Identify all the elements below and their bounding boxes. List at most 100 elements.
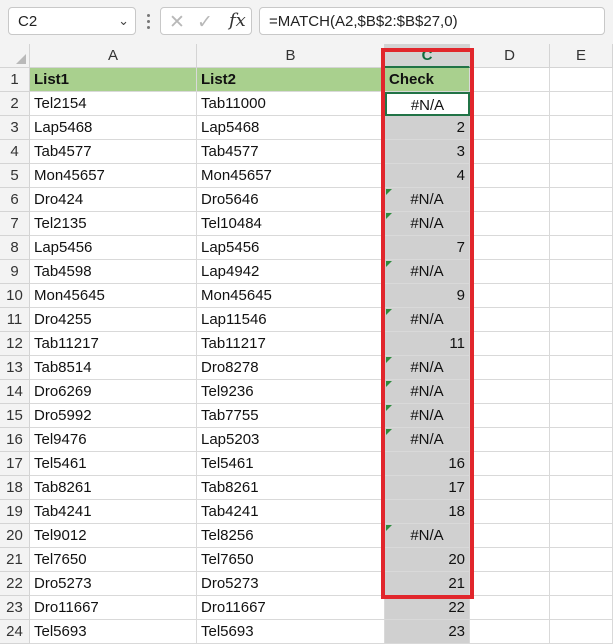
column-header-c[interactable]: C bbox=[385, 44, 470, 68]
check-result-cell[interactable]: #N/A bbox=[385, 524, 470, 548]
row-header[interactable]: 16 bbox=[0, 428, 30, 452]
row-header[interactable]: 12 bbox=[0, 332, 30, 356]
empty-cell[interactable] bbox=[470, 596, 550, 620]
chevron-down-icon[interactable]: ⌄ bbox=[118, 13, 129, 29]
list1-cell[interactable]: Mon45645 bbox=[30, 284, 197, 308]
empty-cell[interactable] bbox=[470, 188, 550, 212]
check-result-cell[interactable]: #N/A bbox=[385, 308, 470, 332]
empty-cell[interactable] bbox=[470, 284, 550, 308]
error-indicator-icon[interactable] bbox=[386, 309, 392, 315]
list1-cell[interactable]: Tel9476 bbox=[30, 428, 197, 452]
row-header[interactable]: 8 bbox=[0, 236, 30, 260]
enter-icon[interactable]: ✓ bbox=[197, 11, 213, 34]
row-header[interactable]: 24 bbox=[0, 620, 30, 644]
empty-cell[interactable] bbox=[470, 500, 550, 524]
empty-cell[interactable] bbox=[470, 332, 550, 356]
column-header-e[interactable]: E bbox=[550, 44, 613, 68]
check-result-cell[interactable]: 22 bbox=[385, 596, 470, 620]
error-indicator-icon[interactable] bbox=[386, 525, 392, 531]
check-result-cell[interactable]: #N/A bbox=[385, 260, 470, 284]
header-cell-list1[interactable]: List1 bbox=[30, 68, 197, 92]
row-header[interactable]: 11 bbox=[0, 308, 30, 332]
empty-cell[interactable] bbox=[550, 356, 613, 380]
empty-cell[interactable] bbox=[550, 596, 613, 620]
empty-cell[interactable] bbox=[470, 92, 550, 116]
empty-cell[interactable] bbox=[550, 428, 613, 452]
list2-cell[interactable]: Tel9236 bbox=[197, 380, 385, 404]
empty-cell[interactable] bbox=[550, 620, 613, 644]
empty-cell[interactable] bbox=[550, 524, 613, 548]
column-header-b[interactable]: B bbox=[197, 44, 385, 68]
empty-cell[interactable] bbox=[470, 308, 550, 332]
header-cell-list2[interactable]: List2 bbox=[197, 68, 385, 92]
check-result-cell[interactable]: 4 bbox=[385, 164, 470, 188]
list2-cell[interactable]: Lap11546 bbox=[197, 308, 385, 332]
empty-cell[interactable] bbox=[470, 260, 550, 284]
empty-cell[interactable] bbox=[550, 236, 613, 260]
list2-cell[interactable]: Tab4577 bbox=[197, 140, 385, 164]
error-indicator-icon[interactable] bbox=[386, 405, 392, 411]
list1-cell[interactable]: Dro5992 bbox=[30, 404, 197, 428]
header-cell-check[interactable]: Check bbox=[385, 68, 470, 92]
empty-cell[interactable] bbox=[470, 428, 550, 452]
list2-cell[interactable]: Tel5693 bbox=[197, 620, 385, 644]
row-header[interactable]: 5 bbox=[0, 164, 30, 188]
list2-cell[interactable]: Mon45657 bbox=[197, 164, 385, 188]
empty-cell[interactable] bbox=[470, 164, 550, 188]
list2-cell[interactable]: Lap4942 bbox=[197, 260, 385, 284]
empty-cell[interactable] bbox=[550, 404, 613, 428]
list1-cell[interactable]: Tel5461 bbox=[30, 452, 197, 476]
name-box[interactable]: C2 ⌄ bbox=[8, 7, 136, 35]
check-result-cell[interactable]: 17 bbox=[385, 476, 470, 500]
error-indicator-icon[interactable] bbox=[386, 381, 392, 387]
empty-cell[interactable] bbox=[470, 452, 550, 476]
list1-cell[interactable]: Lap5456 bbox=[30, 236, 197, 260]
select-all-button[interactable] bbox=[0, 44, 30, 68]
empty-cell[interactable] bbox=[470, 140, 550, 164]
list1-cell[interactable]: Tab4241 bbox=[30, 500, 197, 524]
row-header[interactable]: 18 bbox=[0, 476, 30, 500]
empty-cell[interactable] bbox=[550, 476, 613, 500]
list1-cell[interactable]: Dro6269 bbox=[30, 380, 197, 404]
row-header[interactable]: 15 bbox=[0, 404, 30, 428]
list1-cell[interactable]: Dro5273 bbox=[30, 572, 197, 596]
row-header[interactable]: 1 bbox=[0, 68, 30, 92]
row-header[interactable]: 13 bbox=[0, 356, 30, 380]
row-header[interactable]: 3 bbox=[0, 116, 30, 140]
check-result-cell[interactable]: 3 bbox=[385, 140, 470, 164]
empty-cell[interactable] bbox=[550, 572, 613, 596]
list1-cell[interactable]: Tel5693 bbox=[30, 620, 197, 644]
empty-cell[interactable] bbox=[470, 380, 550, 404]
empty-cell[interactable] bbox=[550, 500, 613, 524]
row-header[interactable]: 21 bbox=[0, 548, 30, 572]
row-header[interactable]: 23 bbox=[0, 596, 30, 620]
column-header-a[interactable]: A bbox=[30, 44, 197, 68]
list2-cell[interactable]: Tab8261 bbox=[197, 476, 385, 500]
list2-cell[interactable]: Tab7755 bbox=[197, 404, 385, 428]
empty-cell[interactable] bbox=[550, 380, 613, 404]
list1-cell[interactable]: Tel2154 bbox=[30, 92, 197, 116]
empty-cell[interactable] bbox=[470, 476, 550, 500]
check-result-cell[interactable]: 9 bbox=[385, 284, 470, 308]
empty-cell[interactable] bbox=[550, 284, 613, 308]
empty-cell[interactable] bbox=[550, 548, 613, 572]
list1-cell[interactable]: Tab11217 bbox=[30, 332, 197, 356]
list1-cell[interactable]: Tab8514 bbox=[30, 356, 197, 380]
empty-cell[interactable] bbox=[550, 260, 613, 284]
empty-cell[interactable] bbox=[550, 68, 613, 92]
empty-cell[interactable] bbox=[470, 524, 550, 548]
list1-cell[interactable]: Tab8261 bbox=[30, 476, 197, 500]
list1-cell[interactable]: Tab4598 bbox=[30, 260, 197, 284]
list2-cell[interactable]: Tel8256 bbox=[197, 524, 385, 548]
empty-cell[interactable] bbox=[470, 548, 550, 572]
check-result-cell[interactable]: 21 bbox=[385, 572, 470, 596]
error-indicator-icon[interactable] bbox=[386, 261, 392, 267]
row-header[interactable]: 17 bbox=[0, 452, 30, 476]
list2-cell[interactable]: Mon45645 bbox=[197, 284, 385, 308]
list2-cell[interactable]: Dro5273 bbox=[197, 572, 385, 596]
list2-cell[interactable]: Tab11217 bbox=[197, 332, 385, 356]
list2-cell[interactable]: Tab11000 bbox=[197, 92, 385, 116]
empty-cell[interactable] bbox=[470, 404, 550, 428]
check-result-cell[interactable]: 7 bbox=[385, 236, 470, 260]
error-indicator-icon[interactable] bbox=[386, 189, 392, 195]
